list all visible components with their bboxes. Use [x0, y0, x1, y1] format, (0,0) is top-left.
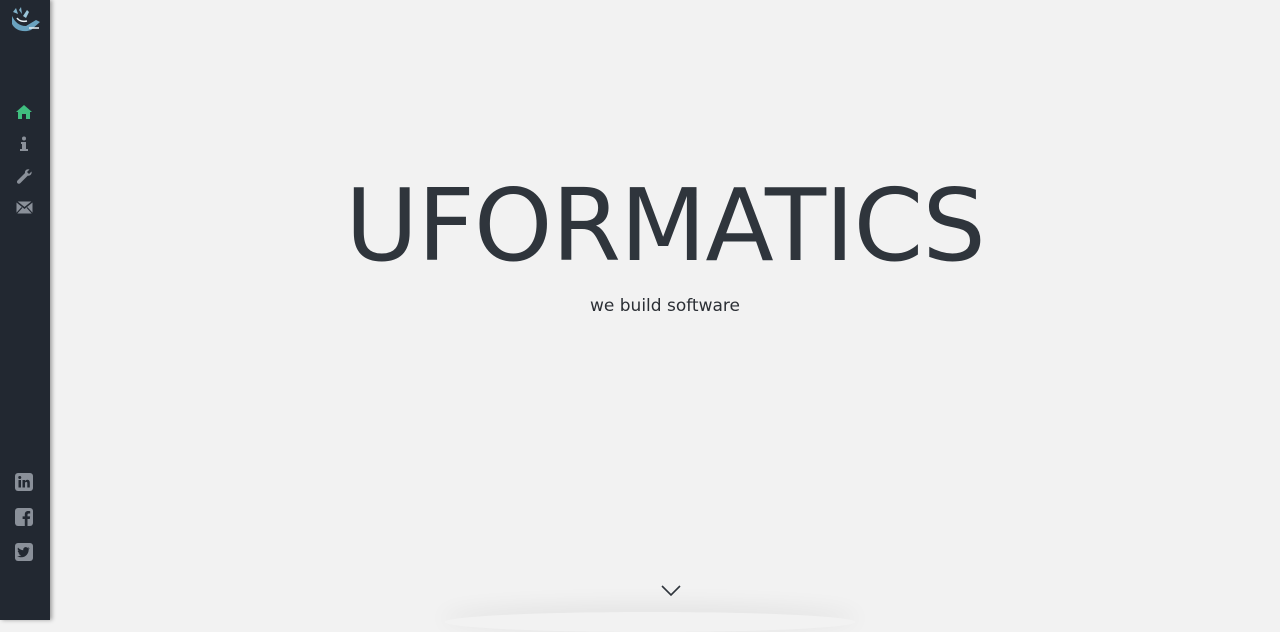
facebook-icon — [15, 508, 33, 526]
social-facebook[interactable] — [13, 506, 35, 528]
hero-section: UFORMATICS we build software — [50, 0, 1280, 620]
social-twitter[interactable] — [13, 541, 35, 563]
linkedin-icon — [15, 473, 33, 491]
social-linkedin[interactable] — [13, 471, 35, 493]
nav-contact[interactable] — [13, 196, 35, 218]
info-icon — [19, 136, 29, 152]
nav-services[interactable] — [13, 165, 35, 187]
nav-home[interactable] — [13, 101, 35, 123]
scroll-down-button[interactable] — [660, 582, 682, 600]
chevron-down-icon — [660, 585, 682, 604]
sidebar — [0, 0, 50, 620]
brand-headline: UFORMATICS — [345, 167, 986, 284]
home-icon — [15, 104, 33, 120]
wrench-icon — [16, 168, 33, 185]
nav-about[interactable] — [13, 133, 35, 155]
ufo-hand-logo-icon[interactable] — [9, 6, 43, 36]
brand-tagline: we build software — [590, 296, 740, 316]
envelope-icon — [15, 200, 33, 214]
twitter-icon — [15, 543, 33, 561]
section-divider-shadow — [445, 612, 855, 632]
